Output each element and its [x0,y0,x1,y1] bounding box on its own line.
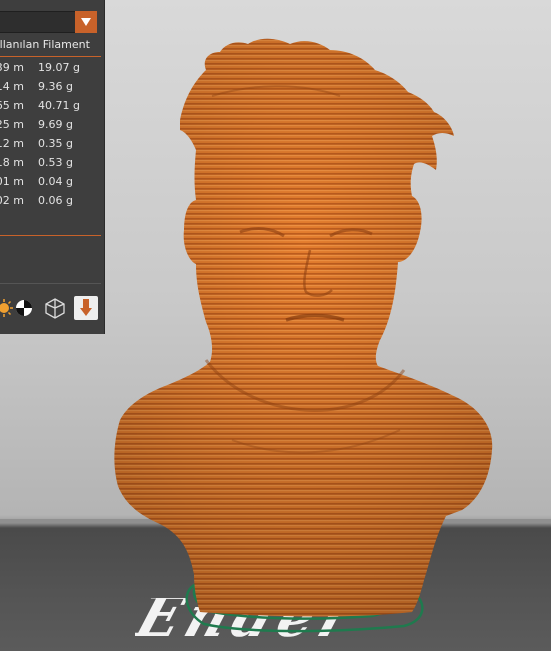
filament-row: 0.18 m 0.53 g [0,156,104,175]
footer-divider [0,235,101,236]
filament-weight: 40.71 g [38,99,80,112]
filament-weight: 0.04 g [38,175,73,188]
header-divider [0,56,101,57]
dropdown-toggle-button[interactable] [75,11,97,33]
filament-weight: 9.36 g [38,80,73,93]
toolbar-divider [0,283,101,284]
filament-weight: 9.69 g [38,118,73,131]
view-mode-button-3[interactable] [43,296,67,320]
filament-weight: 0.06 g [38,194,73,207]
view-mode-button-4[interactable] [74,296,98,320]
filament-length: 0.01 m [0,175,24,188]
wireframe-cube-icon [45,298,65,319]
filament-length: 0.18 m [0,156,24,169]
filament-row: 13.65 m 40.71 g [0,99,104,118]
filament-row: 6.39 m 19.07 g [0,61,104,80]
filament-row: 3.25 m 9.69 g [0,118,104,137]
half-circle-icon [16,300,32,316]
filament-length: 0.12 m [0,137,24,150]
filament-row: 0.02 m 0.06 g [0,194,104,213]
column-header-filament: Kullanılan Filament [0,38,90,51]
filament-length: 0.02 m [0,194,24,207]
filament-weight: 19.07 g [38,61,80,74]
filament-length: 3.25 m [0,118,24,131]
download-arrow-icon [80,299,92,316]
chevron-down-icon [81,18,91,26]
filament-row: 0.01 m 0.04 g [0,175,104,194]
filament-weight: 0.35 g [38,137,73,150]
filament-length: 3.14 m [0,80,24,93]
filament-length: 6.39 m [0,61,24,74]
view-mode-button-2[interactable] [12,296,36,320]
filament-weight: 0.53 g [38,156,73,169]
filament-row: 3.14 m 9.36 g [0,80,104,99]
filament-row: 0.12 m 0.35 g [0,137,104,156]
print-info-panel: Kullanılan Filament 6.39 m 19.07 g 3.14 … [0,0,105,334]
filament-length: 13.65 m [0,99,24,112]
